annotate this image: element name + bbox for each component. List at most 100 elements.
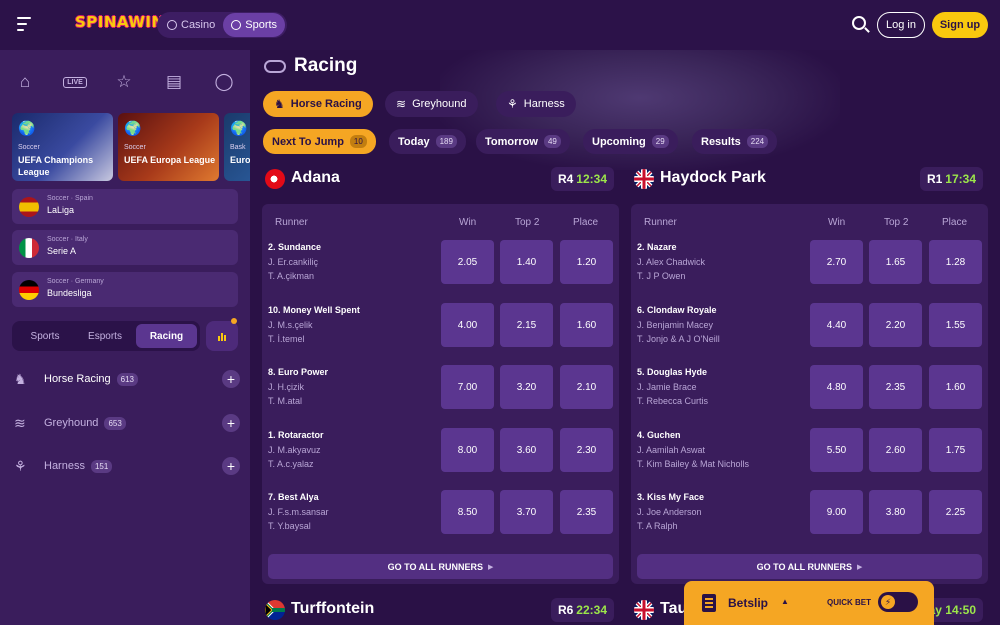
odds-top2-button[interactable]: 2.35 bbox=[869, 365, 922, 409]
odds-place-button[interactable]: 1.20 bbox=[560, 240, 613, 284]
race-card-adana: Runner Win Top 2 Place 2. Sundance J. Er… bbox=[262, 204, 619, 584]
page-title: Racing bbox=[294, 55, 358, 76]
tab-greyhound[interactable]: ≋ Greyhound bbox=[385, 91, 478, 117]
sidebar: ⌂ LIVE ☆ ▤ ◯ 🌍 Soccer UEFA Champions Lea… bbox=[0, 50, 250, 625]
promo-champions-league[interactable]: 🌍 Soccer UEFA Champions League bbox=[12, 113, 113, 181]
go-to-all-runners-button[interactable]: GO TO ALL RUNNERS ▶ bbox=[268, 554, 613, 579]
chat-icon[interactable]: ◯ bbox=[212, 70, 236, 94]
league-laliga[interactable]: Soccer · Spain LaLiga bbox=[12, 189, 238, 224]
globe-icon: 🌍 bbox=[230, 120, 248, 136]
tab-sports[interactable]: Sports bbox=[15, 324, 75, 348]
notification-dot bbox=[231, 318, 237, 324]
odds-top2-button[interactable]: 2.20 bbox=[869, 303, 922, 347]
tab-results[interactable]: Results 224 bbox=[692, 129, 778, 154]
tab-harness[interactable]: ⚘ Harness bbox=[496, 91, 576, 117]
signup-button[interactable]: Sign up bbox=[932, 12, 988, 38]
main-content: Racing ♞ Horse Racing ≋ Greyhound ⚘ Harness… bbox=[250, 50, 1000, 625]
odds-place-button[interactable]: 1.55 bbox=[929, 303, 982, 347]
odds-top2-button[interactable]: 1.40 bbox=[500, 240, 553, 284]
harness-icon: ⚘ bbox=[507, 97, 518, 111]
top-header: SPINAWIN Casino Sports Log in Sign up bbox=[0, 0, 1000, 50]
sports-mode-button[interactable]: Sports bbox=[223, 13, 286, 37]
odds-win-button[interactable]: 8.50 bbox=[441, 490, 494, 534]
chevron-up-icon: ▲ bbox=[781, 597, 789, 606]
go-to-all-runners-button[interactable]: GO TO ALL RUNNERS ▶ bbox=[637, 554, 982, 579]
odds-win-button[interactable]: 7.00 bbox=[441, 365, 494, 409]
odds-top2-button[interactable]: 3.70 bbox=[500, 490, 553, 534]
race-badge[interactable]: R6 22:34 bbox=[550, 598, 614, 622]
odds-top2-button[interactable]: 2.15 bbox=[500, 303, 553, 347]
menu-icon[interactable] bbox=[17, 17, 31, 35]
race-badge[interactable]: R4 12:34 bbox=[550, 167, 614, 191]
promo-europa-league[interactable]: 🌍 Soccer UEFA Europa League bbox=[118, 113, 219, 181]
casino-label: Casino bbox=[181, 19, 216, 31]
promo-basketball[interactable]: 🌍 Bask Euro bbox=[224, 113, 250, 181]
germany-flag-icon bbox=[19, 280, 39, 300]
table-row: 5. Douglas Hyde J. Jamie Brace T. Rebecc… bbox=[637, 365, 982, 419]
betslip-history-icon[interactable]: ▤ bbox=[162, 70, 186, 94]
table-row: 10. Money Well Spent J. M.s.çelik T. İ.t… bbox=[268, 303, 613, 357]
league-serie-a[interactable]: Soccer · Italy Serie A bbox=[12, 230, 238, 265]
odds-place-button[interactable]: 1.28 bbox=[929, 240, 982, 284]
brand-logo[interactable]: SPINAWIN bbox=[75, 13, 165, 31]
odds-place-button[interactable]: 2.35 bbox=[560, 490, 613, 534]
sidebar-item-horse-racing[interactable]: ♞ Horse Racing 613 + bbox=[14, 369, 240, 389]
league-bundesliga[interactable]: Soccer · Germany Bundesliga bbox=[12, 272, 238, 307]
live-icon[interactable]: LIVE bbox=[62, 70, 88, 94]
odds-place-button[interactable]: 1.75 bbox=[929, 428, 982, 472]
quick-bet-toggle[interactable]: ⚡ bbox=[878, 592, 918, 612]
casino-mode-button[interactable]: Casino bbox=[159, 13, 223, 37]
sidebar-item-harness[interactable]: ⚘ Harness 151 + bbox=[14, 456, 240, 476]
stats-button[interactable] bbox=[206, 321, 238, 351]
casino-icon bbox=[167, 20, 177, 30]
odds-place-button[interactable]: 2.10 bbox=[560, 365, 613, 409]
odds-top2-button[interactable]: 3.60 bbox=[500, 428, 553, 472]
venue-header-haydock-park: Haydock Park R1 17:34 bbox=[634, 167, 983, 193]
odds-win-button[interactable]: 2.70 bbox=[810, 240, 863, 284]
race-badge[interactable]: R1 17:34 bbox=[919, 167, 983, 191]
odds-top2-button[interactable]: 3.80 bbox=[869, 490, 922, 534]
odds-top2-button[interactable]: 3.20 bbox=[500, 365, 553, 409]
turkey-flag-icon bbox=[265, 169, 285, 189]
greyhound-icon: ≋ bbox=[14, 414, 26, 431]
odds-place-button[interactable]: 1.60 bbox=[560, 303, 613, 347]
sidebar-item-greyhound[interactable]: ≋ Greyhound 653 + bbox=[14, 413, 240, 433]
tab-racing[interactable]: Racing bbox=[136, 324, 197, 348]
login-button[interactable]: Log in bbox=[877, 12, 925, 38]
odds-place-button[interactable]: 2.30 bbox=[560, 428, 613, 472]
odds-win-button[interactable]: 4.00 bbox=[441, 303, 494, 347]
sidebar-category-tabs: Sports Esports Racing bbox=[12, 321, 200, 351]
odds-win-button[interactable]: 5.50 bbox=[810, 428, 863, 472]
odds-top2-button[interactable]: 2.60 bbox=[869, 428, 922, 472]
odds-win-button[interactable]: 4.40 bbox=[810, 303, 863, 347]
table-row: 3. Kiss My Face J. Joe Anderson T. A Ral… bbox=[637, 490, 982, 544]
tab-esports[interactable]: Esports bbox=[75, 324, 135, 348]
south-africa-flag-icon bbox=[265, 600, 285, 620]
odds-place-button[interactable]: 1.60 bbox=[929, 365, 982, 409]
betslip-icon bbox=[702, 594, 716, 612]
expand-horse-racing-button[interactable]: + bbox=[222, 370, 240, 388]
lightning-icon: ⚡ bbox=[881, 595, 895, 609]
odds-top2-button[interactable]: 1.65 bbox=[869, 240, 922, 284]
tab-upcoming[interactable]: Upcoming 29 bbox=[583, 129, 678, 154]
odds-win-button[interactable]: 4.80 bbox=[810, 365, 863, 409]
tab-next-to-jump[interactable]: Next To Jump 10 bbox=[263, 129, 376, 154]
harness-icon: ⚘ bbox=[14, 457, 27, 474]
odds-win-button[interactable]: 8.00 bbox=[441, 428, 494, 472]
odds-win-button[interactable]: 2.05 bbox=[441, 240, 494, 284]
odds-place-button[interactable]: 2.25 bbox=[929, 490, 982, 534]
uk-flag-icon bbox=[634, 600, 654, 620]
star-icon[interactable]: ☆ bbox=[112, 70, 136, 94]
expand-harness-button[interactable]: + bbox=[222, 457, 240, 475]
expand-greyhound-button[interactable]: + bbox=[222, 414, 240, 432]
search-icon[interactable] bbox=[852, 16, 866, 30]
race-card-haydock-park: Runner Win Top 2 Place 2. Nazare J. Alex… bbox=[631, 204, 988, 584]
tab-today[interactable]: Today 189 bbox=[389, 129, 466, 154]
horse-icon: ♞ bbox=[14, 370, 27, 387]
betslip-bar[interactable]: Betslip ▲ QUICK BET ⚡ bbox=[684, 581, 934, 625]
tab-horse-racing[interactable]: ♞ Horse Racing bbox=[263, 91, 373, 117]
home-icon[interactable]: ⌂ bbox=[13, 70, 37, 94]
tab-tomorrow[interactable]: Tomorrow 49 bbox=[476, 129, 570, 154]
greyhound-icon: ≋ bbox=[396, 97, 407, 111]
odds-win-button[interactable]: 9.00 bbox=[810, 490, 863, 534]
